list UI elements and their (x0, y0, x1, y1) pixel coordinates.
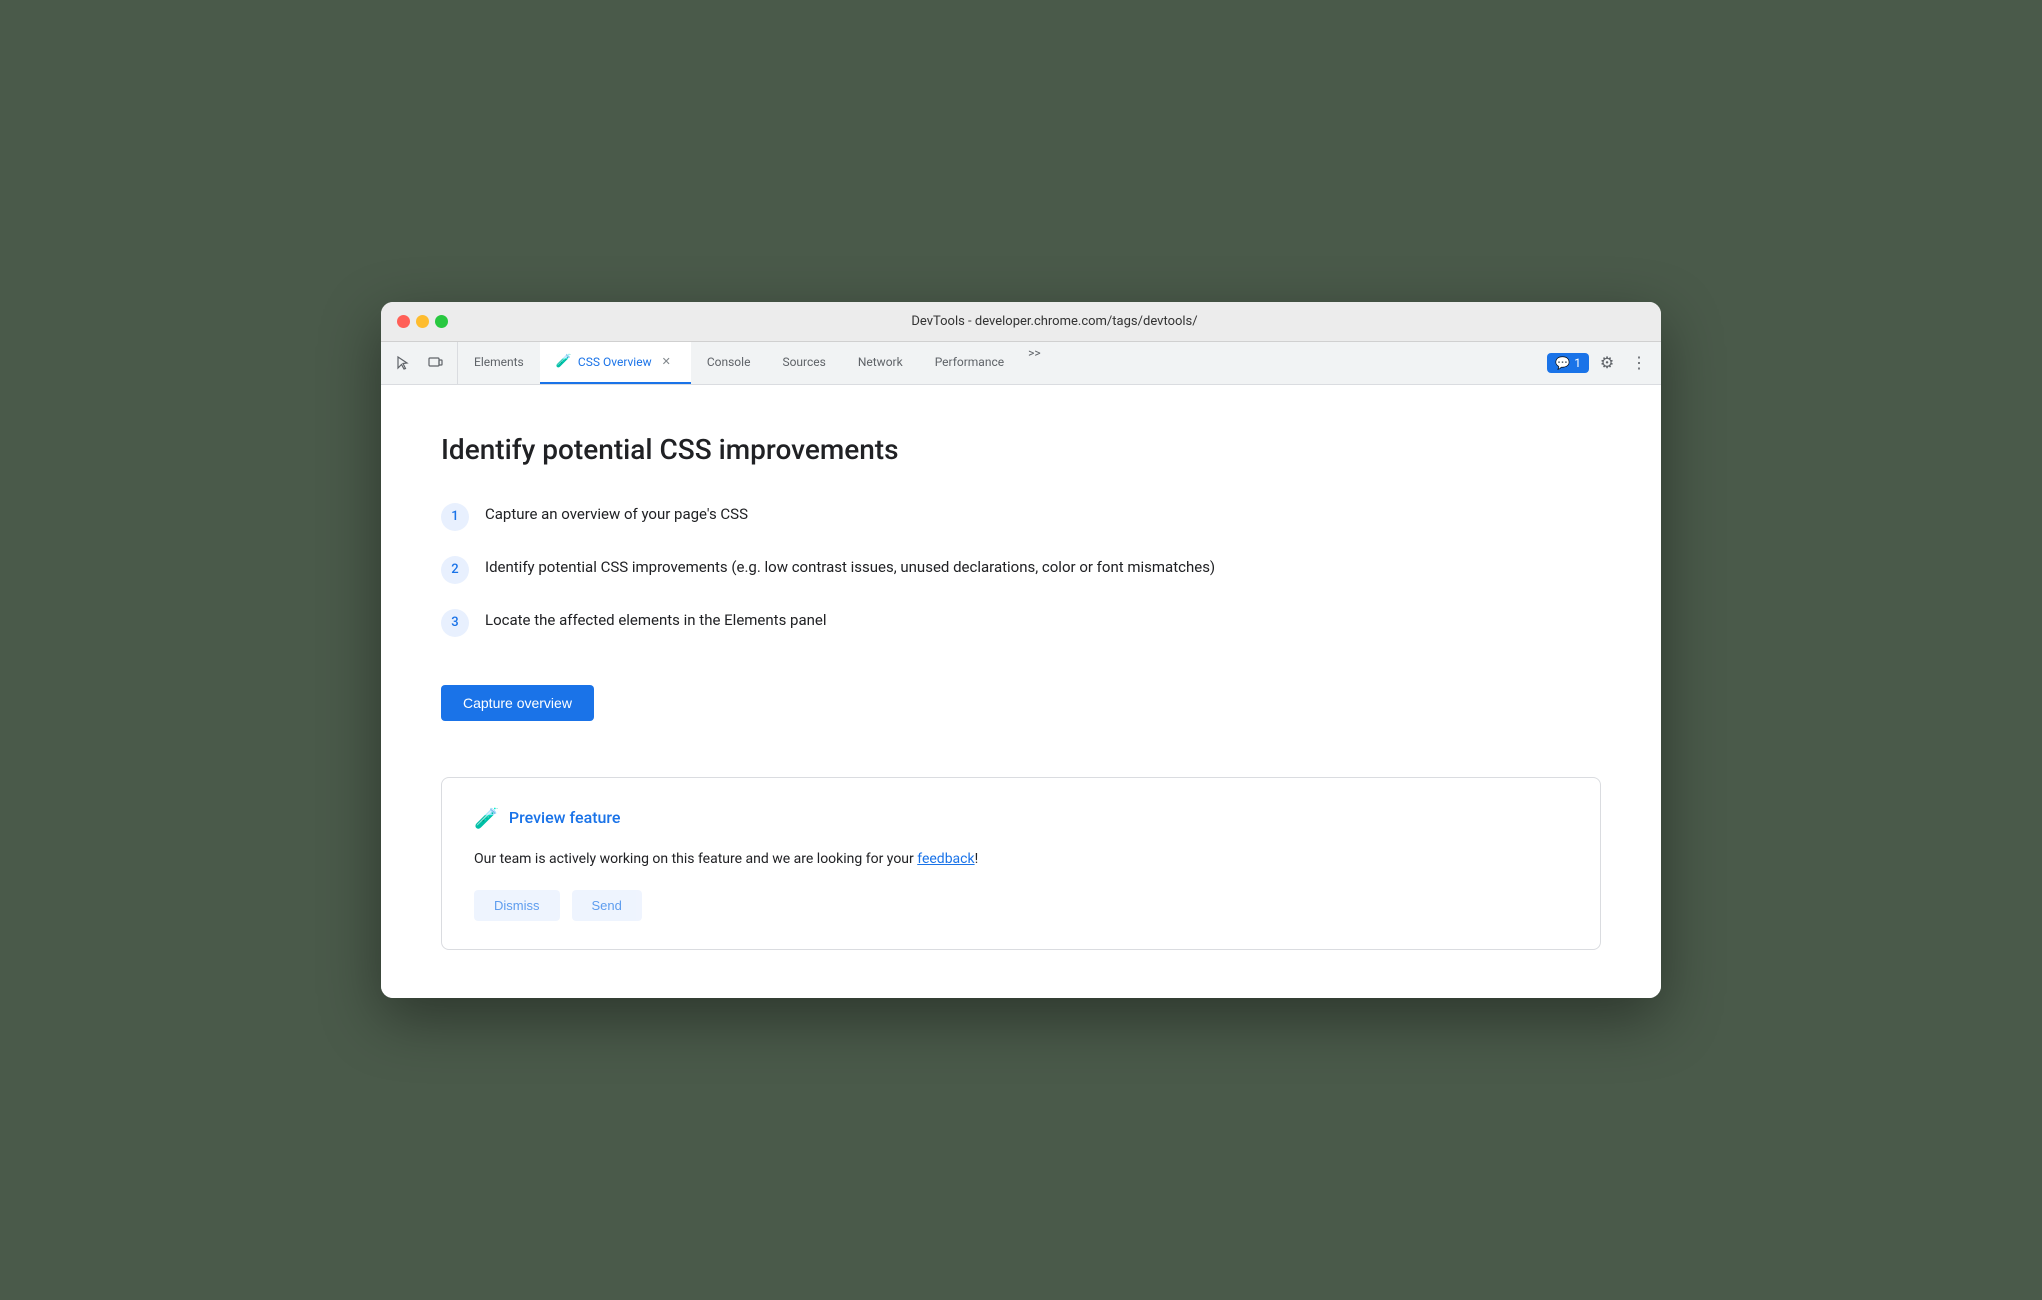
tab-close-icon[interactable]: ✕ (658, 353, 675, 370)
chat-badge[interactable]: 💬 1 (1547, 353, 1589, 373)
step-text-3: Locate the affected elements in the Elem… (485, 608, 827, 632)
step-text-2: Identify potential CSS improvements (e.g… (485, 555, 1215, 579)
preview-secondary-button[interactable]: Send (572, 890, 642, 921)
tab-console-label: Console (707, 355, 751, 369)
chat-badge-count: 1 (1574, 356, 1581, 370)
window-title: DevTools - developer.chrome.com/tags/dev… (464, 314, 1645, 329)
list-item: 3 Locate the affected elements in the El… (441, 608, 1601, 637)
tab-elements[interactable]: Elements (458, 342, 540, 384)
main-content: Identify potential CSS improvements 1 Ca… (381, 385, 1661, 998)
preview-buttons: Dismiss Send (474, 890, 1568, 921)
tab-css-overview[interactable]: 🧪 CSS Overview ✕ (540, 342, 691, 384)
title-bar: DevTools - developer.chrome.com/tags/dev… (381, 302, 1661, 342)
feedback-link[interactable]: feedback (917, 851, 974, 867)
maximize-button[interactable] (435, 315, 448, 328)
flask-icon: 🧪 (556, 354, 572, 369)
devtools-toolbar: Elements 🧪 CSS Overview ✕ Console Source… (381, 342, 1661, 385)
list-item: 2 Identify potential CSS improvements (e… (441, 555, 1601, 584)
tabs-container: Elements 🧪 CSS Overview ✕ Console Source… (458, 342, 1539, 384)
step-text-1: Capture an overview of your page's CSS (485, 502, 748, 526)
toolbar-icons (381, 342, 458, 384)
preview-feature-title: Preview feature (509, 808, 621, 827)
tab-performance[interactable]: Performance (919, 342, 1020, 384)
cursor-icon[interactable] (389, 349, 417, 377)
settings-button[interactable]: ⚙ (1593, 349, 1621, 377)
step-number-1: 1 (441, 503, 469, 531)
step-number-3: 3 (441, 609, 469, 637)
tab-sources[interactable]: Sources (766, 342, 841, 384)
preview-header: 🧪 Preview feature (474, 806, 1568, 830)
chat-icon: 💬 (1555, 356, 1570, 370)
tab-network[interactable]: Network (842, 342, 919, 384)
capture-overview-button[interactable]: Capture overview (441, 685, 594, 721)
step-number-2: 2 (441, 556, 469, 584)
toolbar-right: 💬 1 ⚙ ⋮ (1539, 342, 1661, 384)
tab-sources-label: Sources (782, 355, 825, 369)
tab-css-overview-label: CSS Overview (578, 355, 652, 369)
preview-feature-card: 🧪 Preview feature Our team is actively w… (441, 777, 1601, 950)
tab-elements-label: Elements (474, 355, 524, 369)
close-button[interactable] (397, 315, 410, 328)
preview-primary-button[interactable]: Dismiss (474, 890, 560, 921)
page-title: Identify potential CSS improvements (441, 433, 1601, 466)
preview-text: Our team is actively working on this fea… (474, 848, 1568, 870)
tab-network-label: Network (858, 355, 903, 369)
steps-list: 1 Capture an overview of your page's CSS… (441, 502, 1601, 637)
preview-flask-icon: 🧪 (474, 806, 499, 830)
devtools-window: DevTools - developer.chrome.com/tags/dev… (381, 302, 1661, 998)
list-item: 1 Capture an overview of your page's CSS (441, 502, 1601, 531)
traffic-lights (397, 315, 448, 328)
tab-console[interactable]: Console (691, 342, 767, 384)
minimize-button[interactable] (416, 315, 429, 328)
tab-performance-label: Performance (935, 355, 1004, 369)
more-tabs-button[interactable]: >> (1020, 342, 1049, 384)
preview-text-before: Our team is actively working on this fea… (474, 851, 917, 867)
more-options-button[interactable]: ⋮ (1625, 349, 1653, 377)
device-toggle-icon[interactable] (421, 349, 449, 377)
preview-text-after: ! (975, 851, 979, 867)
